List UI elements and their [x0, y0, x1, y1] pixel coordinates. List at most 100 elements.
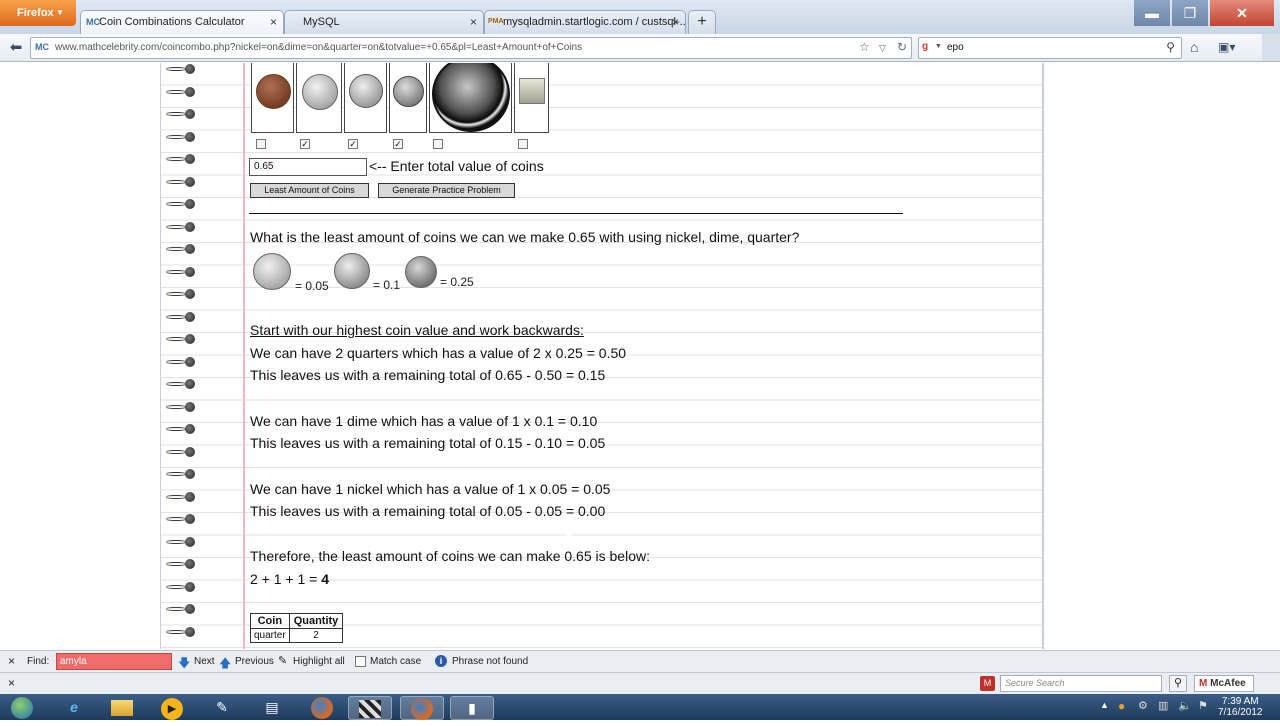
clock-time: 7:39 AM: [1221, 696, 1259, 707]
explorer-taskbar-button[interactable]: [100, 696, 144, 720]
ring-wire: [165, 134, 187, 139]
url-bar[interactable]: MC www.mathcelebrity.com/coincombo.php?n…: [30, 37, 912, 59]
find-next-button[interactable]: Next: [194, 656, 215, 667]
tab-close-icon[interactable]: ×: [270, 15, 277, 29]
google-engine-icon[interactable]: g: [922, 41, 936, 55]
document-taskbar-button[interactable]: ▤: [250, 696, 294, 720]
highlight-all-button[interactable]: Highlight all: [293, 656, 345, 667]
step-text: We can have 2 quarters which has a value…: [250, 345, 627, 361]
find-input[interactable]: amyla: [56, 653, 172, 670]
reload-icon[interactable]: ↻: [897, 40, 907, 54]
table-header: Coin: [250, 613, 290, 629]
find-close-icon[interactable]: ×: [8, 654, 15, 668]
quarter-box: [389, 63, 427, 133]
firefox-active-taskbar-button[interactable]: [400, 696, 444, 720]
step-text: We can have 1 dime which has a value of …: [250, 413, 598, 429]
penny-box: [251, 63, 294, 133]
ring-wire: [165, 224, 187, 229]
search-magnifier-icon[interactable]: ⚲: [1166, 40, 1175, 54]
tray-usb-icon[interactable]: ⚙: [1138, 699, 1148, 712]
practice-problem-button[interactable]: Generate Practice Problem: [378, 183, 515, 198]
spiral-ring: [165, 401, 197, 412]
nickel-checkbox[interactable]: ✓: [300, 139, 310, 149]
addon-bar: × M Secure Search ⚲ M McAfee: [0, 672, 1280, 694]
spiral-ring: [165, 86, 197, 97]
penny-checkbox[interactable]: [256, 139, 266, 149]
minimize-button[interactable]: ▬: [1134, 0, 1170, 26]
site-identity-icon[interactable]: MC: [35, 42, 49, 52]
find-previous-button[interactable]: Previous: [235, 656, 274, 667]
sum-expression: 2 + 1 + 1 =: [250, 571, 322, 587]
spiral-ring: [165, 424, 197, 434]
system-clock[interactable]: 7:39 AM 7/16/2012: [1218, 696, 1263, 718]
bookmark-star-icon[interactable]: ☆: [859, 40, 870, 54]
secure-search-input[interactable]: Secure Search: [1000, 675, 1162, 692]
title-bar: Firefox ▼ MC Coin Combinations Calculato…: [0, 0, 1280, 34]
ring-wire: [165, 584, 187, 589]
search-bar[interactable]: g ▼ epo ⚲: [918, 37, 1182, 59]
firefox-taskbar-button[interactable]: [300, 696, 344, 720]
half-dollar-checkbox[interactable]: [433, 139, 443, 149]
tab-coin-combinations[interactable]: MC Coin Combinations Calculator ×: [80, 10, 284, 34]
maximize-button[interactable]: ❐: [1172, 0, 1208, 26]
ring-hole: [185, 221, 195, 232]
url-text[interactable]: www.mathcelebrity.com/coincombo.php?nick…: [55, 42, 582, 53]
highlighter-icon[interactable]: ✎: [278, 654, 287, 667]
tab-close-icon[interactable]: ×: [470, 15, 477, 29]
ie-taskbar-button[interactable]: e: [52, 696, 96, 720]
history-dropdown-icon[interactable]: ▽: [879, 43, 886, 54]
least-amount-button[interactable]: Least Amount of Coins: [250, 183, 369, 198]
ring-hole: [185, 379, 195, 389]
spiral-ring: [165, 604, 197, 614]
addon-close-icon[interactable]: ×: [8, 676, 15, 690]
quarter-checkbox[interactable]: ✓: [393, 139, 403, 149]
tab-mysqladmin[interactable]: PMA mysqladmin.startlogic.com / custsql-…: [484, 10, 686, 34]
windows-taskbar: e ▶ ✎ ▤ ▮ ▲ ● ⚙ ▥ 🔈 ⚑ 7:39 AM 7/16/2012: [0, 694, 1280, 720]
tray-expand-icon[interactable]: ▲: [1100, 700, 1109, 710]
media-player-taskbar-button[interactable]: ▶: [150, 696, 194, 720]
tab-mysql[interactable]: MySQL ×: [284, 10, 484, 34]
folder-icon: [111, 700, 133, 716]
flag-icon[interactable]: ⚑: [1198, 699, 1208, 712]
engine-dropdown-icon[interactable]: ▼: [935, 43, 942, 50]
mcafee-shield-icon[interactable]: M: [980, 676, 995, 691]
speaker-icon[interactable]: 🔈: [1178, 699, 1192, 712]
ring-hole: [185, 289, 195, 299]
tab-label: mysqladmin.startlogic.com / custsql-...: [503, 16, 686, 28]
ring-wire: [165, 539, 187, 544]
dime-checkbox[interactable]: ✓: [348, 139, 358, 149]
tool-taskbar-button[interactable]: ✎: [200, 696, 244, 720]
spiral-ring: [165, 514, 197, 524]
quarter-value: = 0.25: [440, 275, 474, 289]
dollar-checkbox[interactable]: [518, 139, 528, 149]
firefox-menu-button[interactable]: Firefox ▼: [0, 0, 76, 26]
ring-wire: [165, 382, 187, 386]
ring-hole: [185, 244, 195, 254]
nickel-legend-icon: [253, 253, 291, 290]
start-button[interactable]: [2, 696, 42, 720]
tab-close-icon[interactable]: ×: [672, 15, 679, 29]
bookmarks-menu-icon[interactable]: ▣▾: [1218, 40, 1235, 54]
network-icon[interactable]: ▥: [1158, 699, 1168, 712]
dime-legend-icon: [334, 253, 370, 289]
mcafee-button[interactable]: M McAfee: [1194, 675, 1254, 692]
tray-app-icon[interactable]: ●: [1118, 699, 1125, 713]
total-value-input[interactable]: 0.65: [249, 158, 367, 176]
camera-taskbar-button[interactable]: ▮: [450, 696, 494, 720]
close-window-button[interactable]: ✕: [1210, 0, 1274, 26]
quarter-legend-icon: [405, 256, 437, 288]
match-case-checkbox[interactable]: [355, 656, 366, 667]
ring-wire: [165, 607, 187, 611]
new-tab-button[interactable]: +: [688, 10, 716, 34]
question-text: What is the least amount of coins we can…: [250, 229, 800, 245]
clock-date: 7/16/2012: [1218, 707, 1263, 718]
spiral-ring: [165, 356, 197, 367]
back-button[interactable]: ⬅: [6, 38, 26, 58]
ring-wire: [165, 157, 187, 161]
result-table: Coin Quantity quarter 2: [250, 613, 344, 643]
match-case-label[interactable]: Match case: [370, 656, 421, 667]
secure-search-icon[interactable]: ⚲: [1169, 675, 1187, 692]
home-icon[interactable]: ⌂: [1190, 39, 1198, 55]
video-app-taskbar-button[interactable]: [348, 696, 392, 720]
search-input[interactable]: epo: [947, 42, 964, 53]
